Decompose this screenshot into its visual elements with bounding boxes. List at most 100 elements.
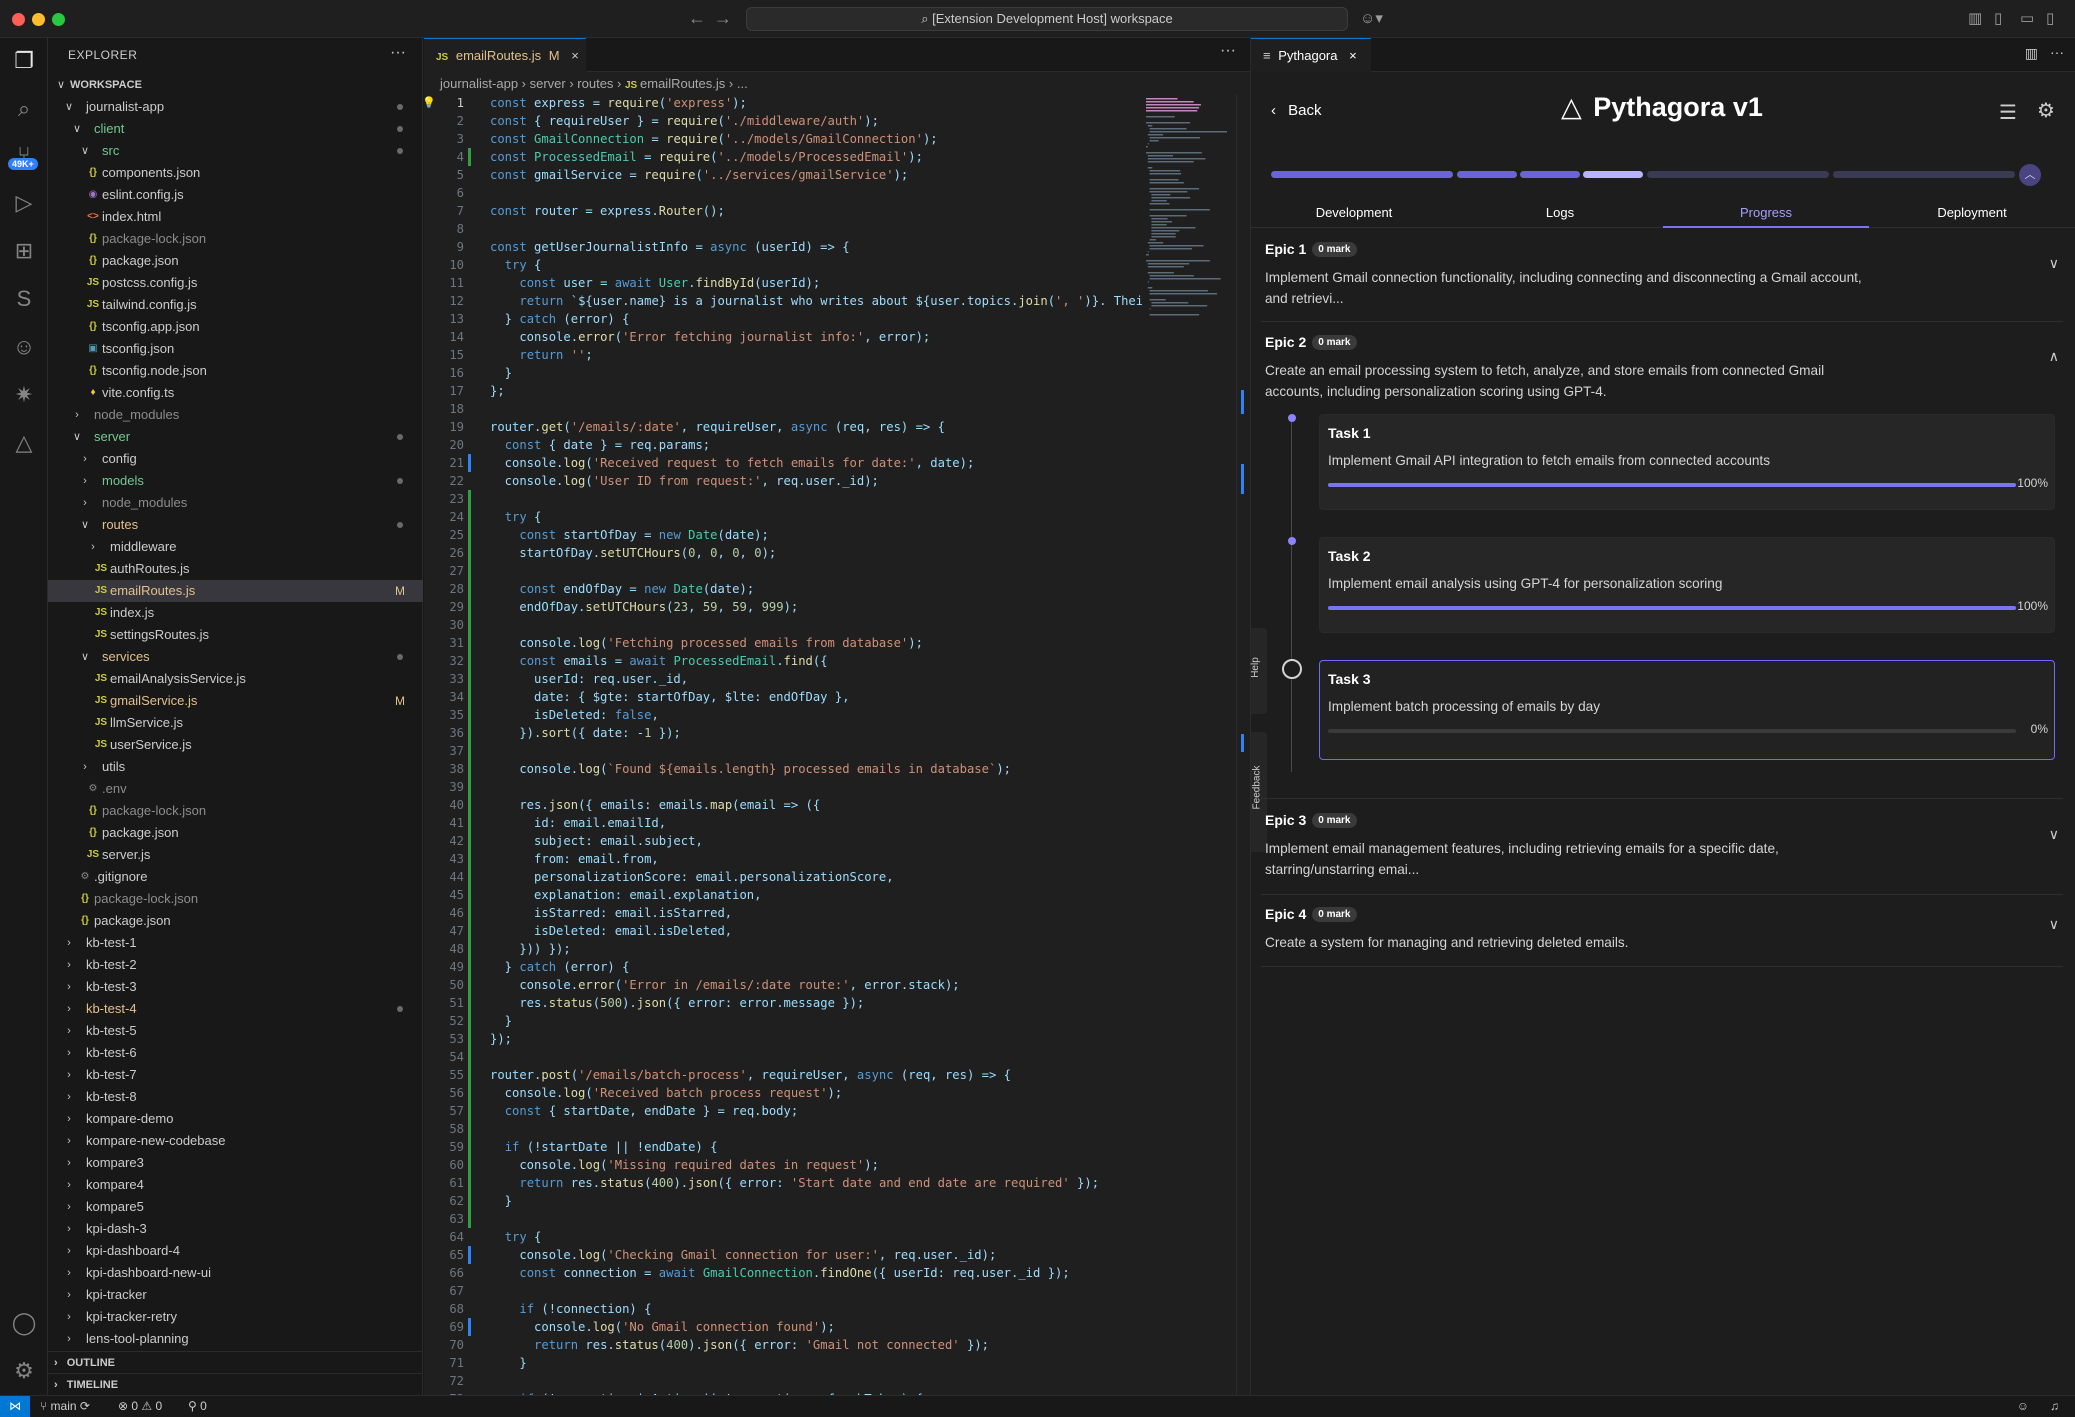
- code-line[interactable]: 64 try {: [424, 1228, 1144, 1246]
- folder-item[interactable]: › kompare-demo: [48, 1108, 423, 1130]
- layout-icon[interactable]: ▥: [1968, 9, 1982, 27]
- back-arrow-icon[interactable]: ←: [688, 8, 706, 29]
- code-line[interactable]: 57 const { startDate, endDate } = req.bo…: [424, 1102, 1144, 1120]
- file-item[interactable]: {} package-lock.json: [48, 800, 423, 822]
- chevron-down-icon[interactable]: ∨: [2049, 255, 2059, 272]
- help-side-tab[interactable]: Help: [1250, 628, 1267, 714]
- copilot-icon[interactable]: ☺▾: [1360, 9, 1383, 27]
- file-item[interactable]: {} package-lock.json: [48, 888, 423, 910]
- extensions-icon[interactable]: ⊞: [9, 236, 39, 266]
- folder-item[interactable]: › kb-test-5: [48, 1020, 423, 1042]
- file-item[interactable]: ⚙ .env: [48, 778, 423, 800]
- code-line[interactable]: 37: [424, 742, 1144, 760]
- collapse-progress-icon[interactable]: ︿: [2019, 164, 2041, 186]
- code-line[interactable]: 46 isStarred: email.isStarred,: [424, 904, 1144, 922]
- notifications-bell-icon[interactable]: ♫: [2050, 1396, 2059, 1417]
- tab-emailroutes[interactable]: JS emailRoutes.js M ×: [424, 38, 586, 72]
- ports-indicator[interactable]: ⚲ 0: [188, 1396, 207, 1417]
- folder-item[interactable]: › node_modules: [48, 404, 423, 426]
- file-item[interactable]: JS authRoutes.js: [48, 558, 423, 580]
- code-line[interactable]: 24 try {: [424, 508, 1144, 526]
- file-item[interactable]: JS gmailService.js M: [48, 690, 423, 712]
- folder-item[interactable]: › node_modules: [48, 492, 423, 514]
- file-item[interactable]: JS index.js: [48, 602, 423, 624]
- close-tab-icon[interactable]: ×: [571, 48, 579, 63]
- code-line[interactable]: 38 console.log(`Found ${emails.length} p…: [424, 760, 1144, 778]
- split-editor-icon[interactable]: ▥: [2025, 45, 2038, 62]
- folder-item[interactable]: › kpi-dashboard-new-ui: [48, 1262, 423, 1284]
- file-item[interactable]: <> index.html: [48, 206, 423, 228]
- folder-item[interactable]: › kpi-dash-3: [48, 1218, 423, 1240]
- code-line[interactable]: 35 isDeleted: false,: [424, 706, 1144, 724]
- code-line[interactable]: 61 return res.status(400).json({ error: …: [424, 1174, 1144, 1192]
- file-item[interactable]: JS llmService.js: [48, 712, 423, 734]
- file-item[interactable]: JS settingsRoutes.js: [48, 624, 423, 646]
- code-line[interactable]: 21 console.log('Received request to fetc…: [424, 454, 1144, 472]
- code-line[interactable]: 2 const { requireUser } = require('./midd…: [424, 112, 1144, 130]
- folder-item[interactable]: ∨ client: [48, 118, 423, 140]
- folder-item[interactable]: ∨ routes: [48, 514, 423, 536]
- folder-item[interactable]: ∨ server: [48, 426, 423, 448]
- code-line[interactable]: 40 res.json({ emails: emails.map(email =…: [424, 796, 1144, 814]
- chevron-down-icon[interactable]: ∨: [2049, 826, 2059, 843]
- folder-item[interactable]: › kompare4: [48, 1174, 423, 1196]
- folder-item[interactable]: › utils: [48, 756, 423, 778]
- code-line[interactable]: 10 try {: [424, 256, 1144, 274]
- code-line[interactable]: 16 }: [424, 364, 1144, 382]
- forward-arrow-icon[interactable]: →: [714, 8, 732, 29]
- code-line[interactable]: 18: [424, 400, 1144, 418]
- lightbulb-icon[interactable]: 💡: [424, 94, 436, 112]
- minimap[interactable]: [1142, 94, 1237, 344]
- code-line[interactable]: 67: [424, 1282, 1144, 1300]
- file-item[interactable]: {} package-lock.json: [48, 228, 423, 250]
- code-line[interactable]: 62 }: [424, 1192, 1144, 1210]
- folder-item[interactable]: › kb-test-6: [48, 1042, 423, 1064]
- code-line[interactable]: 49 } catch (error) {: [424, 958, 1144, 976]
- code-line[interactable]: 71 }: [424, 1354, 1144, 1372]
- file-item[interactable]: JS userService.js: [48, 734, 423, 756]
- epic-1[interactable]: Epic 10 mark Implement Gmail connection …: [1265, 241, 2065, 321]
- account-icon[interactable]: ◯: [9, 1308, 39, 1338]
- code-line[interactable]: 55 router.post('/emails/batch-process', r…: [424, 1066, 1144, 1084]
- task-2-card[interactable]: Task 2 Implement email analysis using GP…: [1319, 537, 2055, 633]
- code-line[interactable]: 15 return '';: [424, 346, 1144, 364]
- task-3-card[interactable]: Task 3 Implement batch processing of ema…: [1319, 660, 2055, 760]
- folder-item[interactable]: › middleware: [48, 536, 423, 558]
- run-debug-icon[interactable]: ▷: [9, 188, 39, 218]
- close-tab-icon[interactable]: ×: [1349, 48, 1357, 63]
- file-item[interactable]: JS emailAnalysisService.js: [48, 668, 423, 690]
- chevron-up-icon[interactable]: ∧: [2049, 348, 2059, 365]
- toggle-secondary-sidebar-icon[interactable]: ▯: [2046, 9, 2054, 27]
- code-line[interactable]: 43 from: email.from,: [424, 850, 1144, 868]
- code-line[interactable]: 52 }: [424, 1012, 1144, 1030]
- code-line[interactable]: 66 const connection = await GmailConnect…: [424, 1264, 1144, 1282]
- file-item[interactable]: ⚙ .gitignore: [48, 866, 423, 888]
- more-actions-icon[interactable]: ···: [390, 44, 406, 62]
- code-line[interactable]: 59 if (!startDate || !endDate) {: [424, 1138, 1144, 1156]
- file-item[interactable]: JS tailwind.config.js: [48, 294, 423, 316]
- code-line[interactable]: 56 console.log('Received batch process r…: [424, 1084, 1144, 1102]
- folder-item[interactable]: › kb-test-1: [48, 932, 423, 954]
- code-line[interactable]: 7 const router = express.Router();: [424, 202, 1144, 220]
- file-item[interactable]: ▣ tsconfig.json: [48, 338, 423, 360]
- back-button[interactable]: ‹ Back: [1271, 102, 1322, 119]
- file-item[interactable]: {} components.json: [48, 162, 423, 184]
- code-line[interactable]: 58: [424, 1120, 1144, 1138]
- file-item[interactable]: {} package.json: [48, 822, 423, 844]
- chevron-down-icon[interactable]: ∨: [2049, 916, 2059, 933]
- code-line[interactable]: 4 const ProcessedEmail = require('../mode…: [424, 148, 1144, 166]
- breadcrumb-item[interactable]: emailRoutes.js: [640, 76, 725, 91]
- folder-item[interactable]: › kb-test-3: [48, 976, 423, 998]
- code-line[interactable]: 39: [424, 778, 1144, 796]
- command-center[interactable]: ⌕ [Extension Development Host] workspace: [746, 7, 1348, 31]
- settings-gear-icon[interactable]: ⚙: [2037, 98, 2055, 123]
- gear-extension-icon[interactable]: ✷: [9, 380, 39, 410]
- code-line[interactable]: 60 console.log('Missing required dates i…: [424, 1156, 1144, 1174]
- pythagora-icon[interactable]: △: [9, 428, 39, 458]
- folder-item[interactable]: › kompare5: [48, 1196, 423, 1218]
- folder-item[interactable]: › kpi-tracker-retry: [48, 1306, 423, 1328]
- tab-development[interactable]: Development: [1251, 198, 1457, 228]
- file-item[interactable]: JS emailRoutes.js M: [48, 580, 423, 602]
- code-line[interactable]: 36 }).sort({ date: -1 });: [424, 724, 1144, 742]
- code-line[interactable]: 11 const user = await User.findById(user…: [424, 274, 1144, 292]
